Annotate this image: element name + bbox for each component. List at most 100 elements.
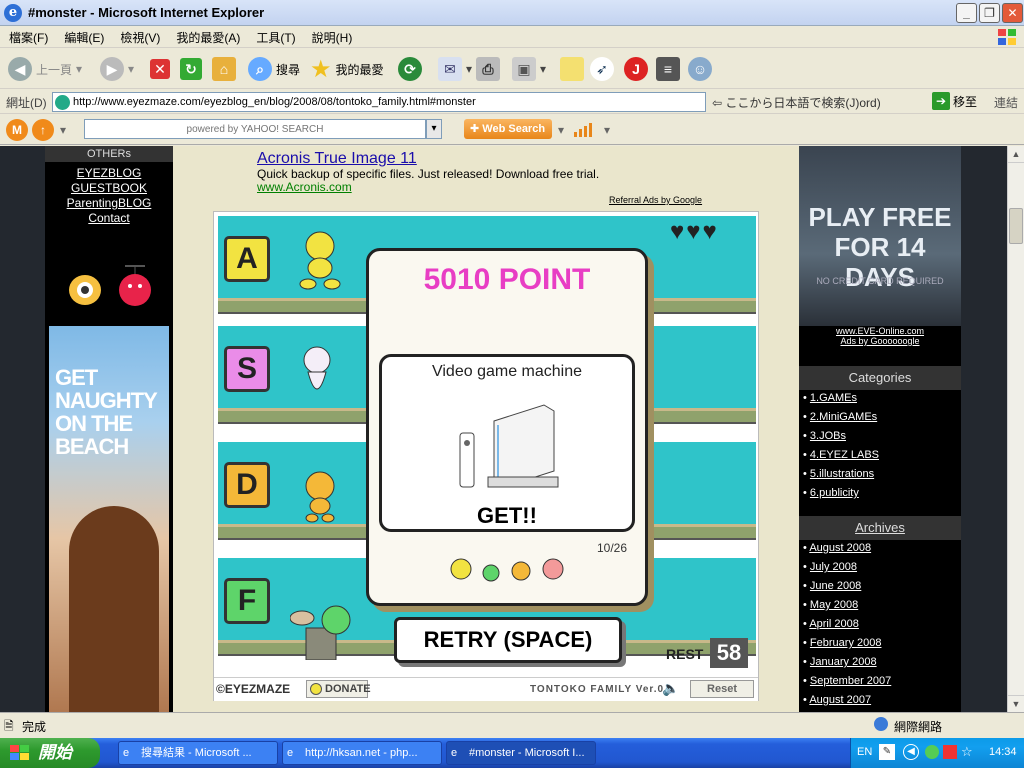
links-label[interactable]: 連結 [994, 94, 1018, 111]
archive-item[interactable]: • August 2008 [799, 542, 961, 561]
jp-search-link[interactable]: ⇦ ここから日本語で検索(J)ord) [712, 94, 881, 111]
contact-link[interactable]: Contact [45, 211, 173, 226]
close-button[interactable]: ✕ [1002, 3, 1023, 23]
category-item[interactable]: • 2.MiniGAMEs [799, 411, 961, 430]
right-sidebar: PLAY FREE FOR 14 DAYS NO CREDIT CARD REQ… [799, 146, 961, 712]
yahoo-m-icon[interactable]: M [6, 119, 28, 141]
menu-file[interactable]: 檔案(F) [0, 26, 55, 46]
home-button[interactable]: ⌂ [212, 55, 236, 83]
research-button[interactable]: ≡ [656, 55, 680, 83]
collapse-tray-icon[interactable]: ◀ [903, 744, 919, 760]
minimize-button[interactable]: _ [956, 3, 977, 23]
guestbook-link[interactable]: GUESTBOOK [45, 181, 173, 196]
search-button[interactable]: ⌕ 搜尋 [248, 55, 300, 83]
archive-item[interactable]: • September 2007 [799, 675, 961, 694]
eyezmaze-brand[interactable]: ©EYEZMAZE [216, 682, 290, 696]
ie-icon: e [287, 747, 294, 759]
key-a-button[interactable]: A [224, 236, 270, 282]
archive-item[interactable]: • January 2008 [799, 656, 961, 675]
eyezblog-link[interactable]: EYEZBLOG [45, 166, 173, 181]
menu-view[interactable]: 檢視(V) [111, 26, 167, 46]
taskbar-item-monster[interactable]: e #monster - Microsoft I... [446, 741, 596, 765]
messenger-icon[interactable] [925, 745, 939, 759]
key-d-button[interactable]: D [224, 462, 270, 508]
beach-ad-banner[interactable]: GET NAUGHTY ON THE BEACH [49, 326, 169, 712]
yahoo-search-dropdown[interactable]: ▾ [426, 119, 442, 139]
ie-icon: e [123, 747, 130, 759]
archives-heading[interactable]: Archives [799, 516, 961, 540]
language-indicator[interactable]: EN [857, 746, 872, 758]
ime-icon[interactable]: ✎ [879, 744, 895, 760]
bars-dropdown-icon[interactable]: ▾ [604, 123, 610, 137]
network-icon[interactable]: ☆ [961, 744, 973, 760]
family-members-icon [450, 558, 564, 582]
yahoo-up-icon[interactable]: ↑ [32, 119, 54, 141]
game-area[interactable]: A S D F ♥ ♥ ♥ 5010 POINT Video game mach… [213, 211, 759, 701]
back-button[interactable]: ◀ 上一頁 ▾ [8, 55, 82, 83]
eve-online-link[interactable]: www.EVE-Online.com [799, 326, 961, 336]
archive-item[interactable]: • February 2008 [799, 637, 961, 656]
scroll-thumb[interactable] [1009, 208, 1023, 244]
j-button[interactable]: J [624, 55, 648, 83]
discuss-button[interactable] [560, 55, 584, 83]
forward-button[interactable]: ▶ ▾ [100, 55, 134, 83]
print-button[interactable]: ⎙ [476, 55, 500, 83]
taskbar-item-search[interactable]: e 搜尋結果 - Microsoft ... [118, 741, 278, 765]
archive-item[interactable]: • May 2008 [799, 599, 961, 618]
edit-button[interactable]: ▣ ▾ [512, 55, 546, 83]
yahoo-dropdown-icon[interactable]: ▾ [60, 123, 66, 137]
yahoo-search-input[interactable] [84, 119, 426, 139]
go-button[interactable]: ➔ 移至 [932, 92, 977, 110]
maximize-button[interactable]: ❐ [979, 3, 1000, 23]
key-f-button[interactable]: F [224, 578, 270, 624]
messenger-button[interactable]: ➶ [590, 55, 614, 83]
refresh-button[interactable]: ↻ [180, 55, 202, 83]
archive-item[interactable]: • August 2007 [799, 694, 961, 712]
eve-ad-banner[interactable]: PLAY FREE FOR 14 DAYS NO CREDIT CARD REQ… [799, 146, 961, 326]
referral-ads-link[interactable]: Referral Ads by Google [609, 195, 702, 205]
signal-bars-icon[interactable] [574, 121, 592, 137]
stop-icon: ✕ [150, 59, 170, 79]
mail-button[interactable]: ✉ ▾ [438, 55, 472, 83]
menu-help[interactable]: 說明(H) [303, 26, 360, 46]
history-icon: ⟳ [398, 57, 422, 81]
speaker-icon[interactable]: 🔈 [662, 680, 679, 697]
orange-child-character [305, 471, 335, 523]
category-item[interactable]: • 3.JOBs [799, 430, 961, 449]
page-content: OTHERs EYEZBLOG GUESTBOOK ParentingBLOG … [0, 146, 1007, 712]
web-search-button[interactable]: ✚ Web Search [464, 119, 552, 139]
start-button[interactable]: 開始 [0, 738, 100, 768]
go-arrow-icon: ➔ [932, 92, 950, 110]
retry-button[interactable]: RETRY (SPACE) [394, 617, 622, 663]
favorites-button[interactable]: ★ 我的最愛 [310, 55, 384, 83]
menu-edit[interactable]: 編輯(E) [55, 26, 111, 46]
acronis-ad-title[interactable]: Acronis True Image 11 [257, 150, 417, 168]
history-button[interactable]: ⟳ [398, 55, 422, 83]
key-s-button[interactable]: S [224, 346, 270, 392]
archive-item[interactable]: • June 2008 [799, 580, 961, 599]
address-input[interactable]: http://www.eyezmaze.com/eyezblog_en/blog… [52, 92, 706, 112]
acronis-ad-url[interactable]: www.Acronis.com [257, 180, 352, 194]
stop-button[interactable]: ✕ [150, 55, 170, 83]
vertical-scrollbar[interactable]: ▲ ▼ [1007, 146, 1024, 712]
taskbar-item-hksan[interactable]: e http://hksan.net - php... [282, 741, 442, 765]
donate-button[interactable]: DONATE [306, 680, 371, 698]
archive-item[interactable]: • July 2008 [799, 561, 961, 580]
category-item[interactable]: • 4.EYEZ LABS [799, 449, 961, 468]
ads-by-google-link[interactable]: Ads by Goooooogle [799, 336, 961, 346]
archive-item[interactable]: • April 2008 [799, 618, 961, 637]
rest-counter: 58 [710, 638, 748, 668]
scroll-up-icon[interactable]: ▲ [1008, 146, 1024, 163]
menu-favorites[interactable]: 我的最愛(A) [167, 26, 247, 46]
category-item[interactable]: • 5.illustrations [799, 468, 961, 487]
others-heading: OTHERs [45, 146, 173, 162]
scroll-down-icon[interactable]: ▼ [1008, 695, 1024, 712]
category-item[interactable]: • 6.publicity [799, 487, 961, 506]
menu-tools[interactable]: 工具(T) [247, 26, 302, 46]
contacts-button[interactable]: ☺ [688, 55, 712, 83]
web-search-dropdown-icon[interactable]: ▾ [558, 123, 564, 137]
antivirus-icon[interactable] [943, 745, 957, 759]
reset-button[interactable]: Reset [690, 680, 754, 698]
category-item[interactable]: • 1.GAMEs [799, 392, 961, 411]
parentingblog-link[interactable]: ParentingBLOG [45, 196, 173, 211]
